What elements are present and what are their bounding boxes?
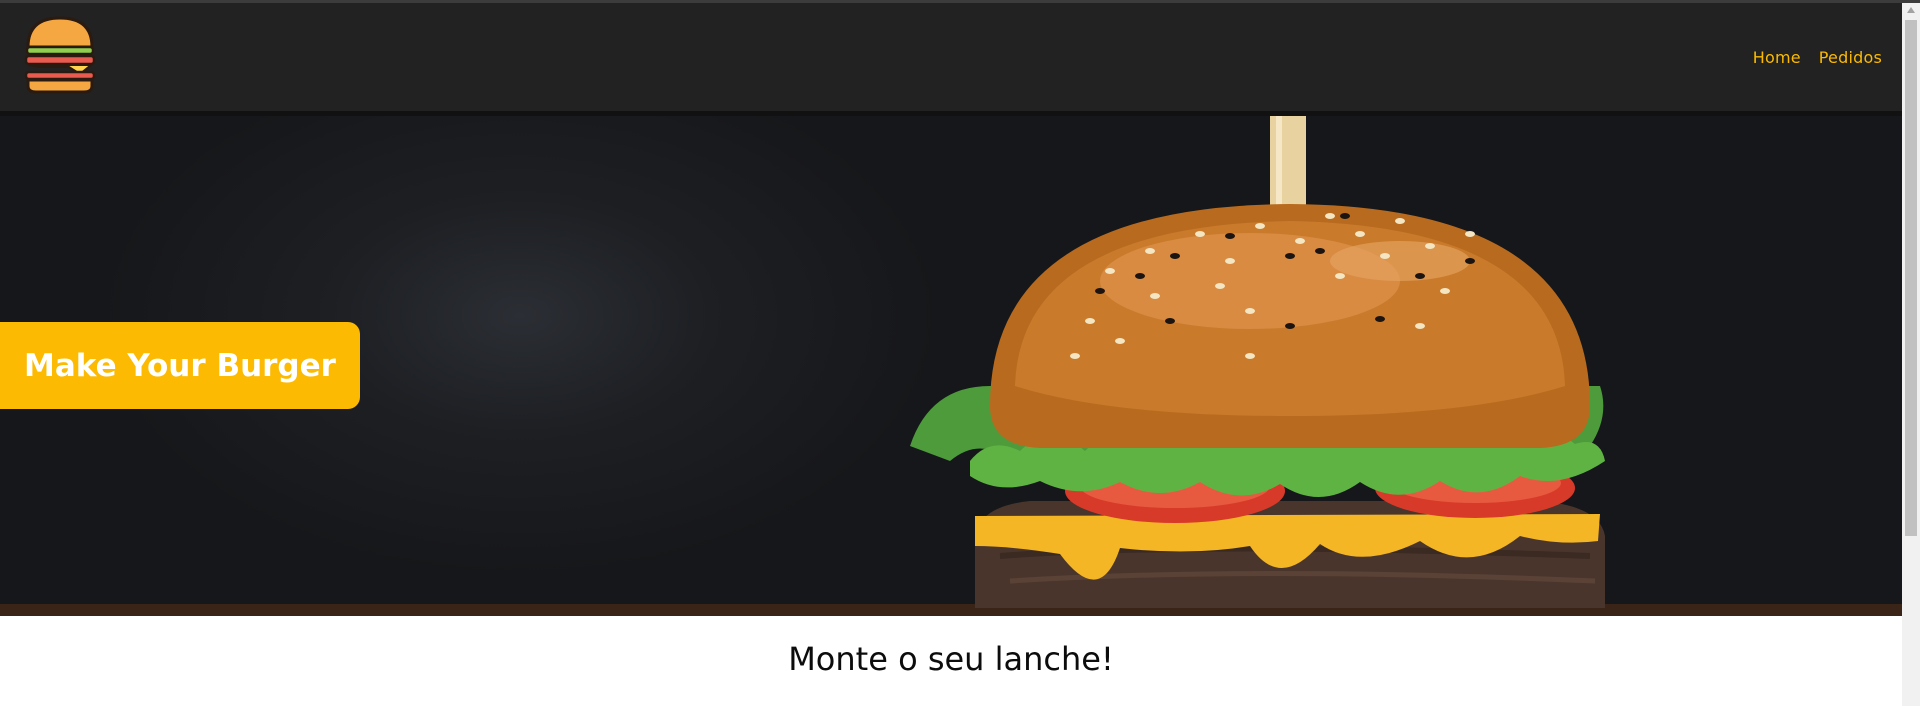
main-content: Monte o seu lanche! <box>0 616 1902 706</box>
hero-banner-section: Make Your Burger <box>0 116 1902 616</box>
nav-link-pedidos[interactable]: Pedidos <box>1819 48 1882 67</box>
vertical-scrollbar[interactable] <box>1902 3 1920 706</box>
navbar: Home Pedidos <box>0 3 1902 116</box>
nav-link-home[interactable]: Home <box>1753 48 1801 67</box>
scroll-up-arrow-icon[interactable] <box>1907 7 1915 13</box>
hero-title-banner: Make Your Burger <box>0 322 360 409</box>
page-title: Monte o seu lanche! <box>788 640 1114 678</box>
burger-icon[interactable] <box>22 14 98 96</box>
hero-title: Make Your Burger <box>24 347 336 384</box>
scrollbar-thumb[interactable] <box>1905 20 1917 536</box>
nav-links: Home Pedidos <box>1753 48 1882 67</box>
